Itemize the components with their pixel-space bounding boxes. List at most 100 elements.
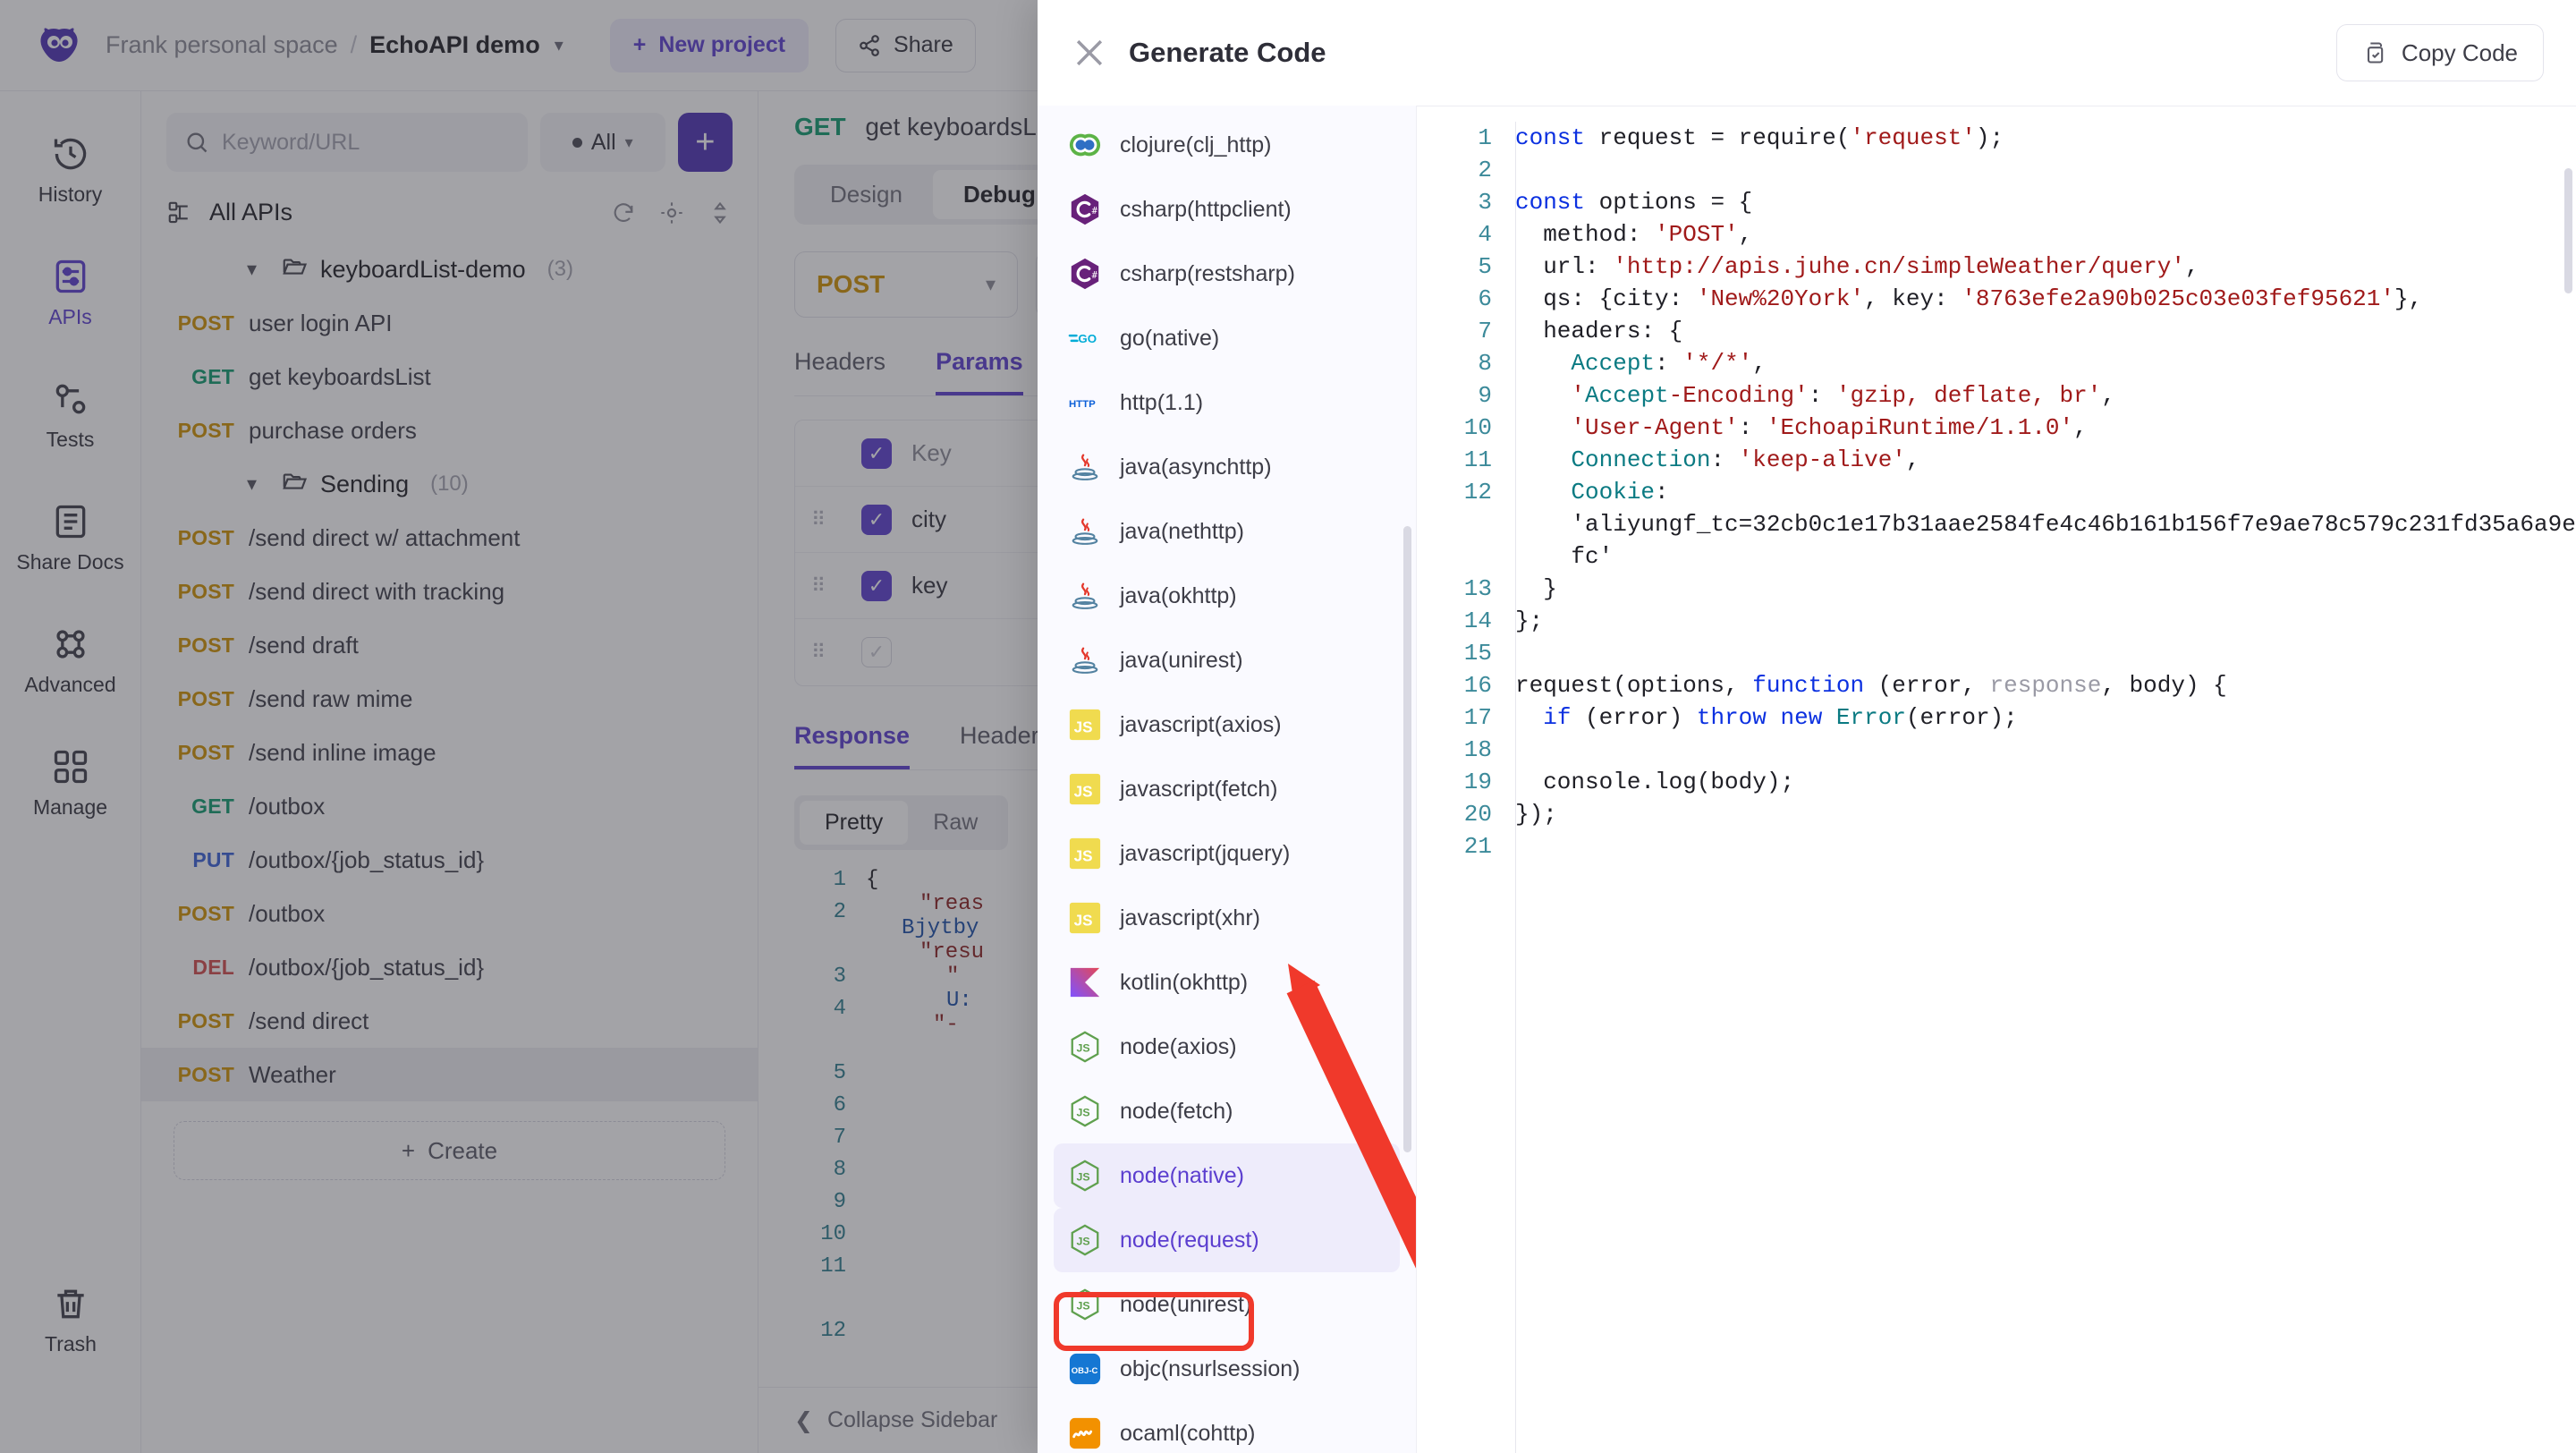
- kotlin-icon: [1068, 965, 1102, 999]
- js-icon: JS: [1068, 837, 1102, 871]
- language-item-label: node(request): [1120, 1227, 1259, 1253]
- svg-text:JS: JS: [1077, 1300, 1090, 1313]
- language-item-label: node(unirest): [1120, 1291, 1252, 1317]
- csharp-icon: #: [1068, 192, 1102, 226]
- js-icon: JS: [1068, 708, 1102, 742]
- node-icon: JS: [1068, 1030, 1102, 1064]
- language-item-label: node(axios): [1120, 1033, 1237, 1059]
- code-scrollbar[interactable]: [2564, 168, 2572, 293]
- language-scrollbar[interactable]: [1403, 526, 1411, 1152]
- language-item-label: java(okhttp): [1120, 582, 1237, 608]
- line-number: 6: [1478, 285, 1492, 312]
- svg-text:JS: JS: [1077, 1042, 1090, 1055]
- language-item-csharphttpclient[interactable]: # csharp(httpclient): [1054, 177, 1400, 242]
- java-icon: [1068, 643, 1102, 677]
- language-item-javascriptxhr[interactable]: JS javascript(xhr): [1054, 886, 1400, 950]
- close-icon[interactable]: [1070, 33, 1109, 72]
- code-gutter: 1 2 3 4 5 6 7 8 9 10 11 12 13 14 15 16 17 18 19 20 21: [1417, 122, 1515, 862]
- js-icon: JS: [1068, 772, 1102, 806]
- language-item-label: csharp(httpclient): [1120, 196, 1292, 222]
- language-item-label: node(native): [1120, 1162, 1244, 1188]
- line-number: 21: [1463, 833, 1492, 860]
- line-number: 3: [1478, 189, 1492, 216]
- language-item-csharprestsharp[interactable]: # csharp(restsharp): [1054, 242, 1400, 306]
- language-item-javascriptfetch[interactable]: JS javascript(fetch): [1054, 757, 1400, 821]
- language-item-nodeaxios[interactable]: JS node(axios): [1054, 1015, 1400, 1079]
- line-number: 10: [1463, 414, 1492, 441]
- node-icon: JS: [1068, 1223, 1102, 1257]
- svg-text:#: #: [1092, 206, 1098, 217]
- language-item-javascriptjquery[interactable]: JS javascript(jquery): [1054, 821, 1400, 886]
- svg-text:HTTP: HTTP: [1069, 399, 1096, 410]
- language-list: clojure(clj_http) # csharp(httpclient) # csh…: [1038, 113, 1416, 1453]
- java-icon: [1068, 450, 1102, 484]
- language-item-javascriptaxios[interactable]: JS javascript(axios): [1054, 693, 1400, 757]
- line-number: 9: [1478, 382, 1492, 409]
- language-item-nodefetch[interactable]: JS node(fetch): [1054, 1079, 1400, 1143]
- language-item-label: http(1.1): [1120, 389, 1204, 415]
- language-item-label: ocaml(cohttp): [1120, 1420, 1256, 1446]
- language-item-label: kotlin(okhttp): [1120, 969, 1249, 995]
- csharp-icon: #: [1068, 257, 1102, 291]
- language-item-label: objc(nsurlsession): [1120, 1355, 1301, 1381]
- language-pane: clojure(clj_http) # csharp(httpclient) # csh…: [1038, 106, 1417, 1453]
- line-number: 20: [1463, 801, 1492, 828]
- svg-text:JS: JS: [1074, 913, 1093, 930]
- language-item-label: java(unirest): [1120, 647, 1243, 673]
- language-item-label: javascript(axios): [1120, 711, 1282, 737]
- copy-icon: [2367, 42, 2384, 64]
- code-divider: [1515, 122, 1516, 1453]
- line-number: 18: [1463, 736, 1492, 763]
- objc-icon: OBJ-C: [1068, 1352, 1102, 1386]
- copy-code-button[interactable]: Copy Code: [2335, 24, 2544, 81]
- language-item-noderequest[interactable]: JS node(request): [1054, 1208, 1400, 1272]
- node-icon: JS: [1068, 1287, 1102, 1321]
- java-icon: [1068, 514, 1102, 548]
- language-item-javaokhttp[interactable]: java(okhttp): [1054, 564, 1400, 628]
- language-item-label: go(native): [1120, 325, 1220, 351]
- language-item-label: java(asynchttp): [1120, 454, 1272, 480]
- line-number: 5: [1478, 253, 1492, 280]
- svg-text:#: #: [1092, 270, 1098, 281]
- ocaml-icon: [1068, 1416, 1102, 1450]
- language-item-objcnsurlsession[interactable]: OBJ-C objc(nsurlsession): [1054, 1337, 1400, 1401]
- svg-text:JS: JS: [1074, 848, 1093, 865]
- js-icon: JS: [1068, 901, 1102, 935]
- svg-text:JS: JS: [1074, 784, 1093, 801]
- line-number: 8: [1478, 350, 1492, 377]
- line-number: 1: [1478, 124, 1492, 151]
- language-item-gonative[interactable]: GO go(native): [1054, 306, 1400, 370]
- language-item-javaunirest[interactable]: java(unirest): [1054, 628, 1400, 693]
- line-number: 13: [1463, 575, 1492, 602]
- line-number: 11: [1463, 446, 1492, 473]
- language-item-ocamlcohttp[interactable]: ocaml(cohttp): [1054, 1401, 1400, 1453]
- language-item-http1-1[interactable]: HTTP http(1.1): [1054, 370, 1400, 435]
- line-number: 16: [1463, 672, 1492, 699]
- modal-body: clojure(clj_http) # csharp(httpclient) # csh…: [1038, 106, 2576, 1453]
- generate-code-modal: Generate Code Copy Code clojure(clj_http…: [1038, 0, 2576, 1453]
- language-item-label: csharp(restsharp): [1120, 260, 1295, 286]
- language-item-clojureclj-http[interactable]: clojure(clj_http): [1054, 113, 1400, 177]
- line-number: 7: [1478, 318, 1492, 344]
- line-number: 17: [1463, 704, 1492, 731]
- modal-title: Generate Code: [1129, 37, 1326, 68]
- language-item-nodeunirest[interactable]: JS node(unirest): [1054, 1272, 1400, 1337]
- line-number: 19: [1463, 769, 1492, 795]
- line-number: 4: [1478, 221, 1492, 248]
- node-icon: JS: [1068, 1094, 1102, 1128]
- line-number: 12: [1463, 479, 1492, 506]
- code-viewer[interactable]: 1 2 3 4 5 6 7 8 9 10 11 12 13 14 15 16 17 18 19 20 21 const …: [1417, 106, 2576, 862]
- node-icon: JS: [1068, 1159, 1102, 1193]
- line-number: 2: [1478, 157, 1492, 183]
- line-number: 15: [1463, 640, 1492, 667]
- svg-text:GO: GO: [1078, 332, 1097, 345]
- language-item-javanethttp[interactable]: java(nethttp): [1054, 499, 1400, 564]
- svg-text:OBJ-C: OBJ-C: [1072, 1366, 1098, 1376]
- language-item-label: clojure(clj_http): [1120, 132, 1272, 157]
- svg-text:JS: JS: [1077, 1171, 1090, 1184]
- language-item-javaasynchttp[interactable]: java(asynchttp): [1054, 435, 1400, 499]
- language-item-nodenative[interactable]: JS node(native): [1054, 1143, 1400, 1208]
- svg-text:JS: JS: [1077, 1236, 1090, 1248]
- code-pane: 1 2 3 4 5 6 7 8 9 10 11 12 13 14 15 16 17 18 19 20 21 const …: [1417, 106, 2576, 1453]
- language-item-kotlinokhttp[interactable]: kotlin(okhttp): [1054, 950, 1400, 1015]
